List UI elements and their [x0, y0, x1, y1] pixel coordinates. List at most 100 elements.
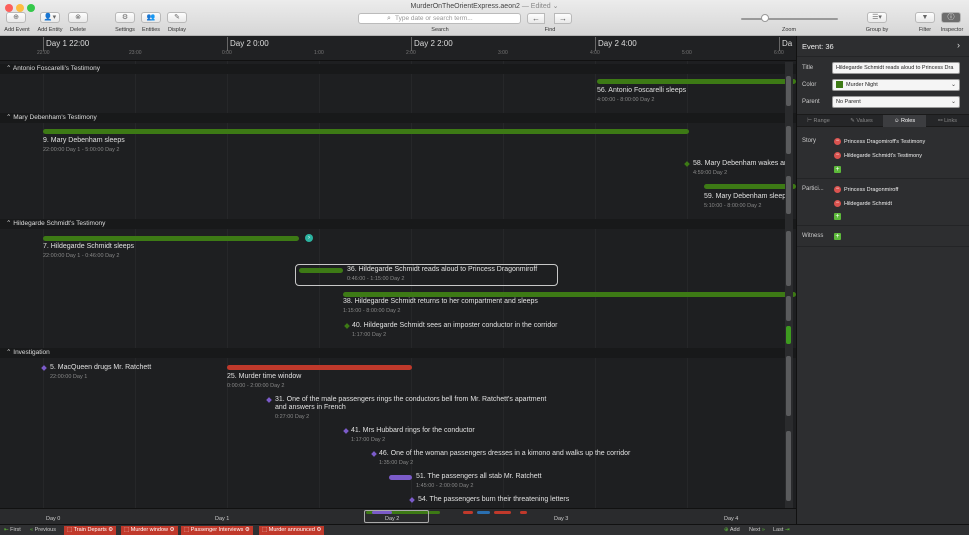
event-title[interactable]: 58. Mary Debenham wakes and — [693, 160, 792, 167]
parent-select[interactable]: No Parent ⌄ — [832, 96, 960, 108]
bookmark-train-departs[interactable]: ⬚ Train Departs ⚙ — [64, 526, 117, 535]
event-title[interactable]: 5. MacQueen drugs Mr. Ratchett — [50, 364, 151, 371]
add-witness-button[interactable]: + — [834, 233, 841, 240]
event-time: 0:27:00 Day 2 — [275, 414, 310, 420]
event-bar[interactable] — [43, 129, 689, 134]
group-header[interactable]: ⌃ Hildegarde Schmidt's Testimony — [0, 219, 796, 229]
bookmark-passenger-interviews[interactable]: ⬚ Passenger Interviews ⚙ — [181, 526, 253, 535]
settings-button[interactable]: ⚙ — [115, 12, 135, 23]
scroll-segment[interactable] — [786, 296, 791, 321]
event-title[interactable]: 46. One of the woman passengers dresses … — [379, 450, 630, 457]
people-icon: 👥 — [141, 12, 161, 23]
display-button[interactable]: ✎ — [167, 12, 187, 23]
event-title-continued[interactable]: and answers in French — [275, 404, 346, 411]
story-item[interactable]: − Princess Dragomiroff's Testimony — [834, 138, 925, 145]
milestone-marker[interactable] — [266, 397, 272, 403]
tab-range[interactable]: ⊢ Range — [797, 115, 840, 127]
witness-role-label: Witness — [802, 233, 824, 239]
zoom-slider[interactable] — [741, 18, 838, 20]
delete-button[interactable]: ⊗ — [68, 12, 88, 23]
remove-icon[interactable]: − — [834, 138, 841, 145]
find-previous-button[interactable]: ← — [527, 13, 545, 24]
event-title[interactable]: 56. Antonio Foscarelli sleeps — [597, 87, 686, 94]
remove-icon[interactable]: − — [834, 186, 841, 193]
event-title[interactable]: 9. Mary Debenham sleeps — [43, 137, 125, 144]
add-story-button[interactable]: + — [834, 166, 841, 173]
tag-icon: ✎ — [850, 118, 855, 124]
milestone-marker[interactable] — [371, 451, 377, 457]
scroll-segment[interactable] — [786, 76, 791, 106]
scroll-segment[interactable] — [786, 126, 791, 154]
title-field[interactable]: Hildegarde Schmidt reads aloud to Prince… — [832, 62, 960, 74]
event-title[interactable]: 59. Mary Debenham sleeps — [704, 193, 790, 200]
people-icon: ☺ — [893, 118, 900, 124]
group-header[interactable]: ⌃ Investigation — [0, 348, 796, 358]
minimap[interactable]: Day 0 Day 1 Day 2 Day 3 Day 4 — [0, 508, 796, 524]
scroll-segment-selected[interactable] — [786, 326, 791, 344]
event-bar[interactable] — [389, 475, 412, 480]
event-title[interactable]: 51. The passengers all stab Mr. Ratchett — [416, 473, 542, 480]
filter-button[interactable]: ▼ — [915, 12, 935, 23]
milestone-marker[interactable] — [344, 323, 350, 329]
search-input[interactable]: ⌕ Type date or search term... — [358, 13, 521, 24]
scroll-segment[interactable] — [786, 176, 791, 214]
next-button[interactable]: Next » — [749, 526, 765, 535]
event-title[interactable]: 54. The passengers burn their threatenin… — [418, 496, 569, 503]
event-title[interactable]: 25. Murder time window — [227, 373, 301, 380]
previous-button[interactable]: « Previous — [30, 526, 56, 535]
color-select[interactable]: Murder Night ⌄ — [832, 79, 960, 91]
event-bar[interactable] — [43, 236, 299, 241]
tab-roles[interactable]: ☺ Roles — [883, 115, 926, 127]
delete-label: Delete — [70, 27, 86, 33]
chevron-right-icon[interactable]: › — [957, 40, 960, 50]
group-header[interactable]: ⌃ Antonio Foscarelli's Testimony — [0, 64, 796, 74]
event-time: 22:00:00 Day 1 - 5:00:00 Day 2 — [43, 147, 120, 153]
event-bar[interactable] — [597, 79, 796, 84]
remove-icon[interactable]: − — [834, 152, 841, 159]
tab-links[interactable]: ⚯ Links — [926, 115, 969, 127]
scroll-segment[interactable] — [786, 356, 791, 416]
tab-values[interactable]: ✎ Values — [840, 115, 883, 127]
milestone-marker[interactable] — [343, 428, 349, 434]
group-header[interactable]: ⌃ Mary Debenham's Testimony — [0, 113, 796, 123]
bookmark-bar: ⇤ First « Previous ⬚ Train Departs ⚙ ⬚ M… — [0, 524, 969, 535]
participant-item[interactable]: − Hildegarde Schmidt — [834, 200, 892, 207]
inspector-button[interactable]: ⓘ — [941, 12, 961, 23]
event-title[interactable]: 31. One of the male passengers rings the… — [275, 396, 546, 403]
add-event-button[interactable]: ⊕ — [6, 12, 26, 23]
event-title[interactable]: 36. Hildegarde Schmidt reads aloud to Pr… — [347, 266, 537, 273]
minimap-viewport[interactable] — [364, 510, 429, 523]
last-button[interactable]: Last ⇥ — [773, 526, 790, 535]
participant-item[interactable]: − Princess Dragonmiroff — [834, 186, 898, 193]
scroll-segment[interactable] — [786, 431, 791, 501]
event-title[interactable]: 40. Hildegarde Schmidt sees an imposter … — [352, 322, 557, 329]
event-bar[interactable] — [299, 268, 343, 273]
event-bar[interactable] — [704, 184, 796, 189]
event-bar[interactable] — [343, 292, 796, 297]
story-item[interactable]: − Hildegarde Schmidt's Testimony — [834, 152, 922, 159]
gridline — [687, 61, 688, 508]
event-title[interactable]: 7. Hildegarde Schmidt sleeps — [43, 243, 134, 250]
day-tick — [595, 37, 596, 51]
divider — [797, 246, 969, 247]
entities-button[interactable]: 👥 — [141, 12, 161, 23]
scroll-segment[interactable] — [786, 231, 791, 286]
link-arrow-icon[interactable]: › — [305, 234, 313, 242]
milestone-marker[interactable] — [684, 161, 690, 167]
zoom-slider-thumb[interactable] — [761, 14, 769, 22]
event-title[interactable]: 41. Mrs Hubbard rings for the conductor — [351, 427, 475, 434]
gear-icon: ⚙ — [244, 527, 250, 533]
find-next-button[interactable]: → — [554, 13, 572, 24]
bookmark-murder-announced[interactable]: ⬚ Murder announced ⚙ — [259, 526, 325, 535]
group-by-button[interactable]: ☰▾ — [867, 12, 887, 23]
add-participant-button[interactable]: + — [834, 213, 841, 220]
time-ruler[interactable]: Day 1 22:00 Day 2 0:00 Day 2 2:00 Day 2 … — [0, 36, 796, 61]
bookmark-murder-window[interactable]: ⬚ Murder window ⚙ — [121, 526, 178, 535]
add-bookmark-button[interactable]: ⊕ Add — [724, 526, 740, 535]
add-entity-button[interactable]: 👤▾ — [40, 12, 60, 23]
event-bar[interactable] — [227, 365, 412, 370]
first-button[interactable]: ⇤ First — [4, 526, 21, 535]
event-title[interactable]: 38. Hildegarde Schmidt returns to her co… — [343, 298, 538, 305]
timeline-view[interactable]: Day 1 22:00 Day 2 0:00 Day 2 2:00 Day 2 … — [0, 36, 796, 508]
remove-icon[interactable]: − — [834, 200, 841, 207]
